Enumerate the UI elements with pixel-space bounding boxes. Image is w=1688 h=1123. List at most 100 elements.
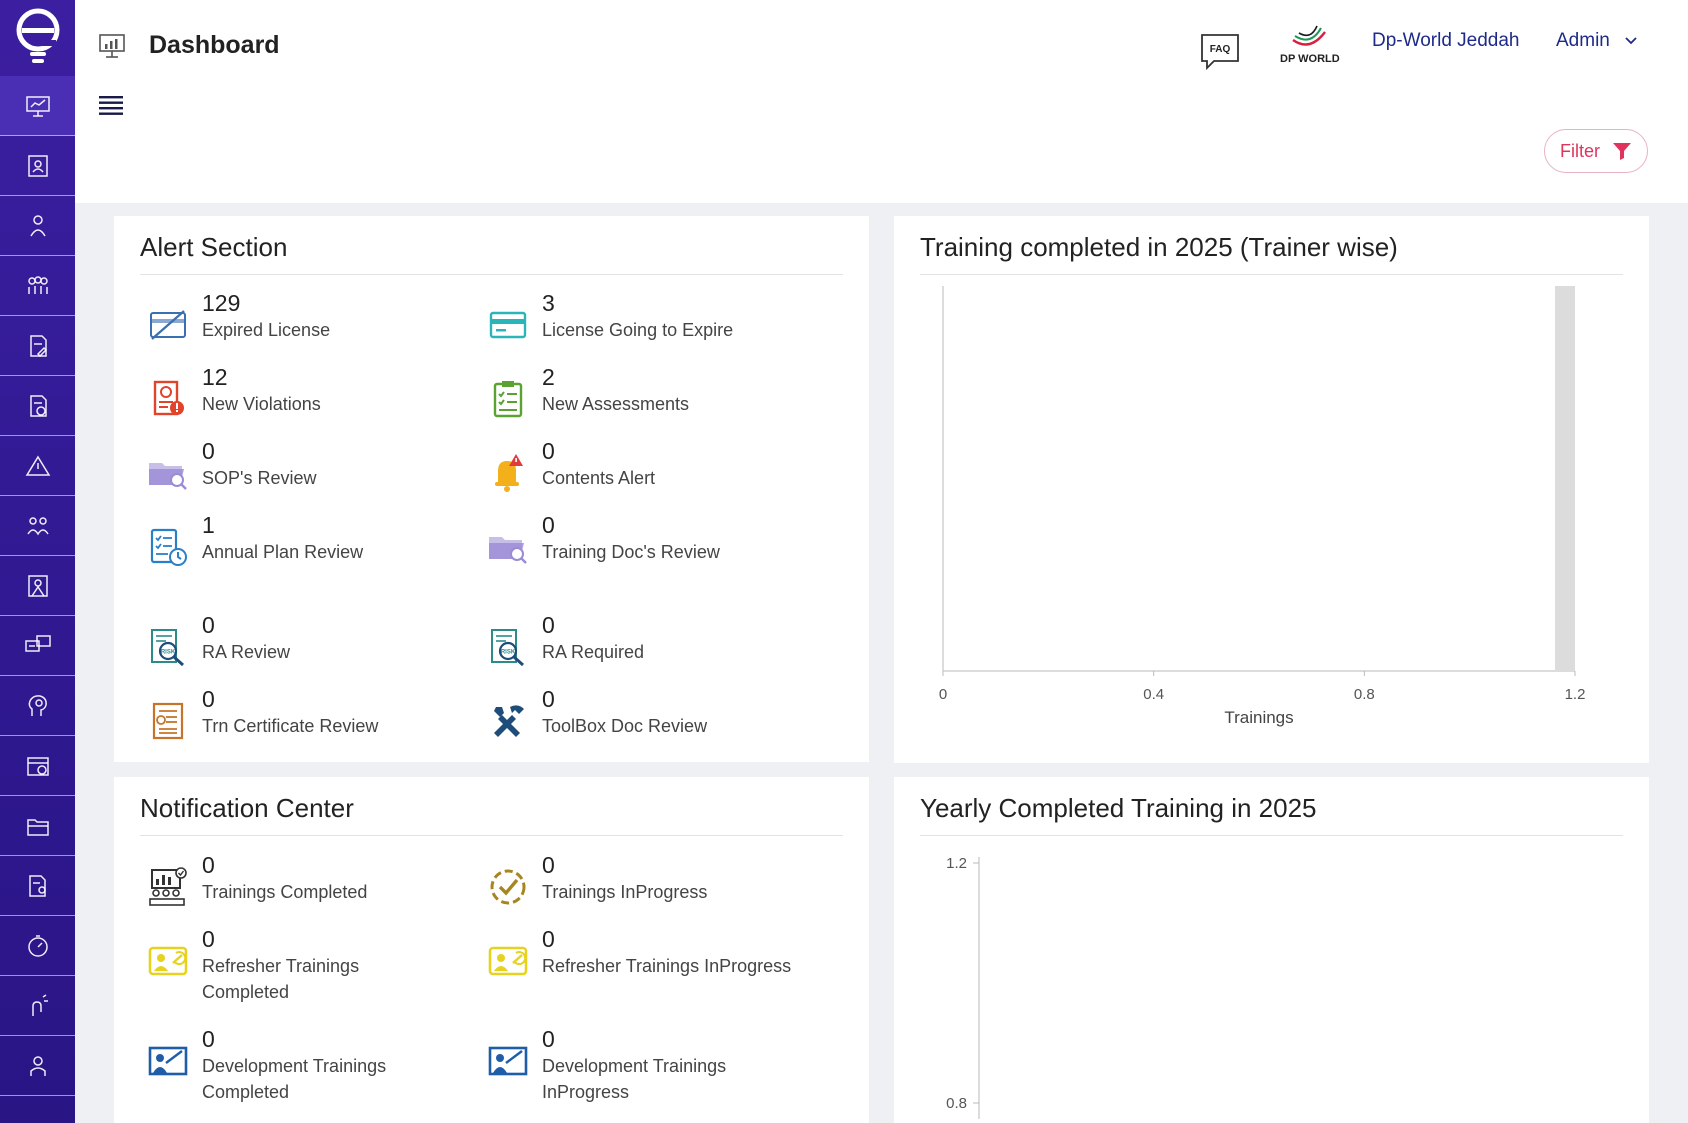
alert_section-item[interactable]: 129 Expired License: [146, 289, 412, 347]
sidebar-item-folder[interactable]: [0, 796, 75, 856]
filter-icon: [1613, 143, 1631, 160]
top-header: Dashboard FAQ DP WORLD Dp-World Jeddah A…: [75, 0, 1688, 203]
sidebar-item-people-group[interactable]: [0, 256, 75, 316]
ra-required-icon-wrap: RISK: [486, 625, 530, 669]
menu-toggle-button[interactable]: [99, 94, 123, 121]
folder-icon: [26, 818, 49, 836]
alert_section-item[interactable]: 1 Annual Plan Review: [146, 511, 412, 569]
refresher-training-icon: [148, 946, 188, 976]
alert_section-item-text: 0 ToolBox Doc Review: [542, 685, 802, 743]
sidebar-item-calendar[interactable]: [0, 736, 75, 796]
tools-icon: [494, 705, 524, 737]
sidebar-item-document-user[interactable]: [0, 856, 75, 916]
sidebar: [0, 0, 75, 1123]
sidebar-item-notification-hand[interactable]: [0, 976, 75, 1036]
faq-icon: FAQ: [1201, 34, 1239, 71]
sidebar-item-trainer[interactable]: [0, 196, 75, 256]
idea-head-icon: [28, 694, 47, 716]
notification_center-item[interactable]: 0 Trainings Completed: [146, 851, 412, 909]
notification_center-item[interactable]: 0 Development Trainings InProgress: [486, 1025, 802, 1105]
notification_center-item-text: 0 Development Trainings InProgress: [542, 1025, 802, 1105]
item-count: 0: [202, 686, 215, 712]
sidebar-item-team[interactable]: [0, 496, 75, 556]
violation-icon-wrap: [146, 377, 190, 421]
alert_section-item-text: 0 SOP's Review: [202, 437, 412, 495]
alert_section-item[interactable]: 0 Training Doc's Review: [486, 511, 802, 569]
sidebar-item-timer[interactable]: [0, 916, 75, 976]
certificate-icon: [152, 702, 184, 740]
user-icon: [29, 1055, 46, 1076]
alert_section-item[interactable]: 0 Contents Alert: [486, 437, 802, 495]
sidebar-item-chat[interactable]: [0, 616, 75, 676]
document-edit-icon: [29, 334, 47, 357]
alert_section-item[interactable]: 0 ToolBox Doc Review: [486, 685, 802, 743]
alert_section-item[interactable]: 12 New Violations: [146, 363, 412, 421]
alert_section-item[interactable]: 2 New Assessments: [486, 363, 802, 421]
classroom-icon: [149, 867, 187, 906]
x-tick-label: 0: [939, 686, 947, 703]
svg-text:RISK: RISK: [161, 650, 176, 656]
sidebar-item-dashboard[interactable]: [0, 76, 75, 136]
item-count: 0: [542, 612, 555, 638]
license-icon-wrap: [486, 303, 530, 347]
item-count: 0: [202, 852, 215, 878]
sidebar-nav: [0, 76, 75, 1096]
tools-icon-wrap: [486, 699, 530, 743]
development-training-icon-wrap: [486, 1039, 530, 1083]
alert_section-item[interactable]: 3 License Going to Expire: [486, 289, 802, 347]
organization-name[interactable]: Dp-World Jeddah: [1372, 30, 1520, 52]
sidebar-item-user-frame[interactable]: [0, 556, 75, 616]
sidebar-item-profile-card[interactable]: [0, 136, 75, 196]
y-tick-label: 0.8: [946, 1095, 967, 1112]
dashboard-icon: [99, 34, 125, 58]
user-name: Admin: [1556, 30, 1610, 51]
item-count: 0: [202, 612, 215, 638]
notification_center-item[interactable]: 0 Refresher Trainings Completed: [146, 925, 412, 1005]
hamburger-icon: [99, 96, 123, 115]
sidebar-item-warning[interactable]: [0, 436, 75, 496]
document-chart-icon: [29, 394, 47, 417]
alert_section-item-text: 3 License Going to Expire: [542, 289, 802, 347]
notification_center-item-text: 0 Trainings InProgress: [542, 851, 802, 909]
item-label: Refresher Trainings InProgress: [542, 956, 792, 976]
item-label: RA Review: [202, 642, 291, 662]
license-icon: [489, 311, 527, 339]
alert_section-item[interactable]: RISK 0 RA Required: [486, 611, 802, 669]
alert_section-item[interactable]: 0 Trn Certificate Review: [146, 685, 412, 743]
item-label: License Going to Expire: [542, 320, 734, 340]
yearly-training-chart-card: Yearly Completed Training in 2025 1.2 0.8: [894, 777, 1649, 1123]
user-menu[interactable]: Admin: [1556, 30, 1638, 52]
folder-search-icon: [489, 537, 527, 564]
x-tick-label: 1.2: [1565, 686, 1586, 703]
sidebar-item-document-chart[interactable]: [0, 376, 75, 436]
folder-search-icon: [149, 463, 187, 490]
warning-icon: [25, 455, 50, 476]
faq-button[interactable]: FAQ: [1200, 33, 1240, 76]
alert_section-item[interactable]: RISK 0 RA Review: [146, 611, 412, 669]
folder-search-icon-wrap: [146, 451, 190, 495]
timer-icon: [27, 934, 48, 957]
item-label: New Violations: [202, 394, 321, 414]
sidebar-item-user[interactable]: [0, 1036, 75, 1096]
item-label: Development Trainings InProgress: [542, 1056, 727, 1102]
chevron-down-icon: [1625, 37, 1637, 45]
chat-icon: [24, 634, 51, 652]
item-label: Development Trainings Completed: [202, 1056, 387, 1102]
x-tick-label: 0.4: [1143, 686, 1164, 703]
app-logo[interactable]: [0, 0, 75, 76]
item-label: ToolBox Doc Review: [542, 716, 708, 736]
item-count: 0: [202, 1026, 215, 1052]
notification_center-item[interactable]: 0 Development Trainings Completed: [146, 1025, 412, 1105]
notification_center-item[interactable]: 0 Refresher Trainings InProgress: [486, 925, 802, 983]
alert_section-item[interactable]: 0 SOP's Review: [146, 437, 412, 495]
item-label: Training Doc's Review: [542, 542, 720, 562]
item-label: Trn Certificate Review: [202, 716, 379, 736]
notification_center-item[interactable]: 0 Trainings InProgress: [486, 851, 802, 909]
sidebar-item-idea-head[interactable]: [0, 676, 75, 736]
alert_section-item-text: 2 New Assessments: [542, 363, 802, 421]
filter-button[interactable]: Filter: [1544, 129, 1648, 173]
item-count: 0: [542, 686, 555, 712]
sidebar-item-document-edit[interactable]: [0, 316, 75, 376]
item-count: 3: [542, 290, 555, 316]
development-training-icon: [148, 1046, 188, 1076]
